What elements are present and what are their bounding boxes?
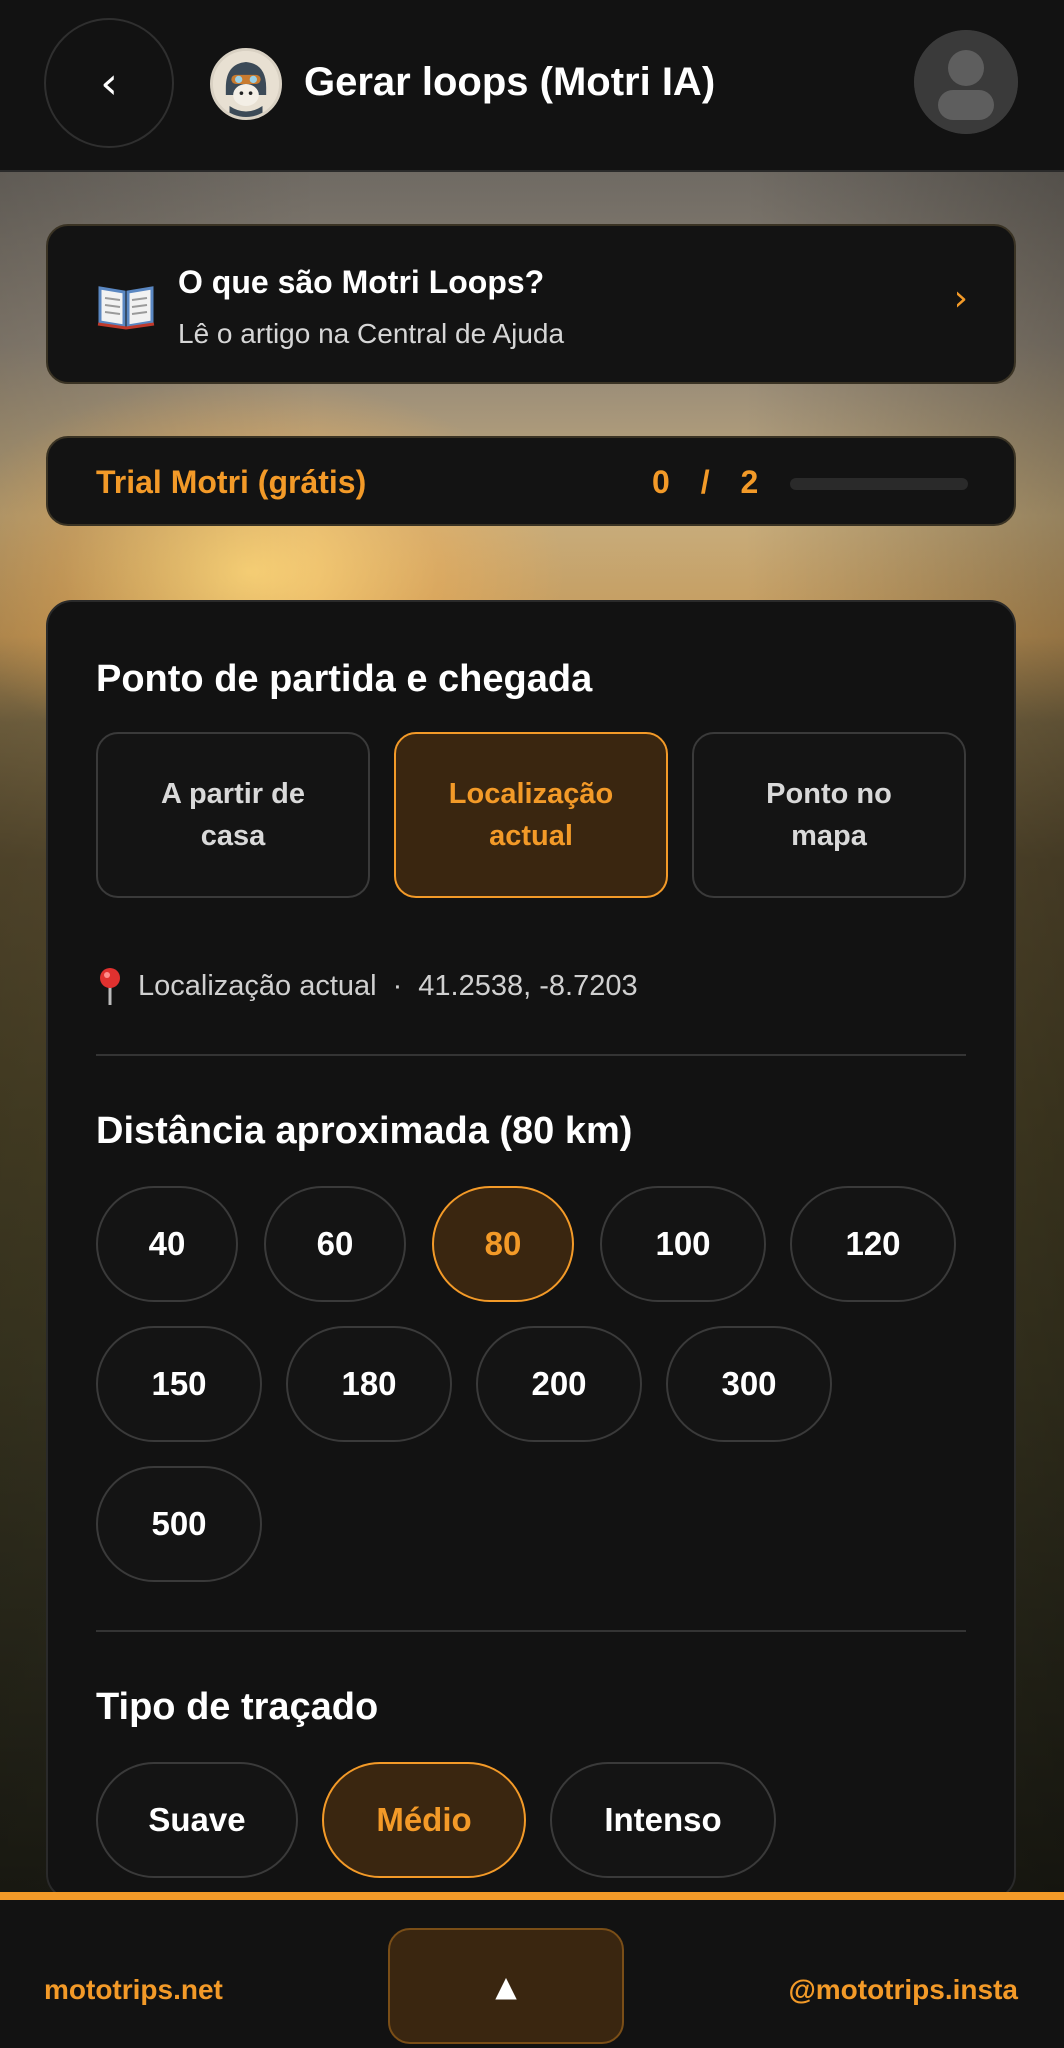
distance-option-60[interactable]: 60 bbox=[264, 1186, 406, 1302]
option-map-point[interactable]: Ponto no mapa bbox=[692, 732, 966, 898]
website-link[interactable]: mototrips.net bbox=[44, 1974, 223, 2006]
chevron-right-icon: › bbox=[953, 278, 968, 319]
instagram-link[interactable]: @mototrips.insta bbox=[788, 1974, 1018, 2006]
option-from-home[interactable]: A partir de casa bbox=[96, 732, 370, 898]
motri-logo-icon bbox=[210, 48, 282, 120]
distance-option-100[interactable]: 100 bbox=[600, 1186, 766, 1302]
expand-up-button[interactable]: ▲ bbox=[388, 1928, 624, 2044]
trial-label: Trial Motri (grátis) bbox=[96, 464, 367, 500]
option-map-point-line1: Ponto no bbox=[766, 777, 892, 810]
trial-usage-count: 0 / 2 bbox=[652, 464, 760, 501]
option-from-home-line2: casa bbox=[200, 820, 266, 852]
location-separator: · bbox=[392, 969, 403, 1002]
divider bbox=[96, 1054, 966, 1056]
help-article-card[interactable]: O que são Motri Loops? Lê o artigo na Ce… bbox=[46, 224, 1016, 384]
footer-accent-line bbox=[0, 1892, 1064, 1900]
trial-progress-bar bbox=[790, 478, 968, 490]
trial-used: 0 bbox=[652, 464, 672, 500]
divider bbox=[96, 1630, 966, 1632]
back-button[interactable]: ‹ bbox=[44, 18, 174, 148]
footer-bar: mototrips.net ▲ @mototrips.insta bbox=[0, 1900, 1064, 2048]
distance-option-150[interactable]: 150 bbox=[96, 1326, 262, 1442]
distance-option-120[interactable]: 120 bbox=[790, 1186, 956, 1302]
page-title: Gerar loops (Motri IA) bbox=[304, 60, 716, 104]
distance-option-500[interactable]: 500 bbox=[96, 1466, 262, 1582]
location-readout: Localização actual · 41.2538, -8.7203 bbox=[96, 966, 638, 1006]
trial-separator: / bbox=[700, 464, 712, 500]
map-pin-icon bbox=[100, 968, 120, 1005]
distance-option-300[interactable]: 300 bbox=[666, 1326, 832, 1442]
location-coordinates: 41.2538, -8.7203 bbox=[418, 969, 638, 1002]
trial-total: 2 bbox=[740, 464, 761, 500]
distance-option-40[interactable]: 40 bbox=[96, 1186, 238, 1302]
option-map-point-line2: mapa bbox=[791, 820, 867, 852]
option-current-location-line1: Localização bbox=[448, 777, 614, 810]
loop-settings-card: Ponto de partida e chegada A partir de c… bbox=[46, 600, 1016, 1900]
help-subtitle: Lê o artigo na Central de Ajuda bbox=[178, 318, 565, 349]
route-type-suave[interactable]: Suave bbox=[96, 1762, 298, 1878]
option-from-home-line1: A partir de bbox=[161, 777, 305, 810]
start-point-title: Ponto de partida e chegada bbox=[96, 658, 593, 700]
top-bar: ‹ Gerar loops (Motri IA) bbox=[0, 0, 1064, 172]
route-type-title: Tipo de traçado bbox=[96, 1686, 379, 1728]
distance-option-80[interactable]: 80 bbox=[432, 1186, 574, 1302]
distance-title: Distância aproximada (80 km) bbox=[96, 1110, 633, 1152]
option-current-location[interactable]: Localização actual bbox=[394, 732, 668, 898]
distance-option-200[interactable]: 200 bbox=[476, 1326, 642, 1442]
distance-option-180[interactable]: 180 bbox=[286, 1326, 452, 1442]
route-type-medio[interactable]: Médio bbox=[322, 1762, 526, 1878]
open-book-icon bbox=[97, 286, 155, 330]
location-label: Localização actual bbox=[138, 969, 377, 1002]
help-title: O que são Motri Loops? bbox=[178, 264, 545, 300]
triangle-up-icon: ▲ bbox=[495, 1969, 517, 2003]
option-current-location-line2: actual bbox=[489, 820, 573, 852]
chevron-left-icon: ‹ bbox=[100, 57, 118, 109]
user-avatar-icon[interactable] bbox=[914, 30, 1018, 134]
trial-card: Trial Motri (grátis) 0 / 2 bbox=[46, 436, 1016, 526]
route-type-intenso[interactable]: Intenso bbox=[550, 1762, 776, 1878]
